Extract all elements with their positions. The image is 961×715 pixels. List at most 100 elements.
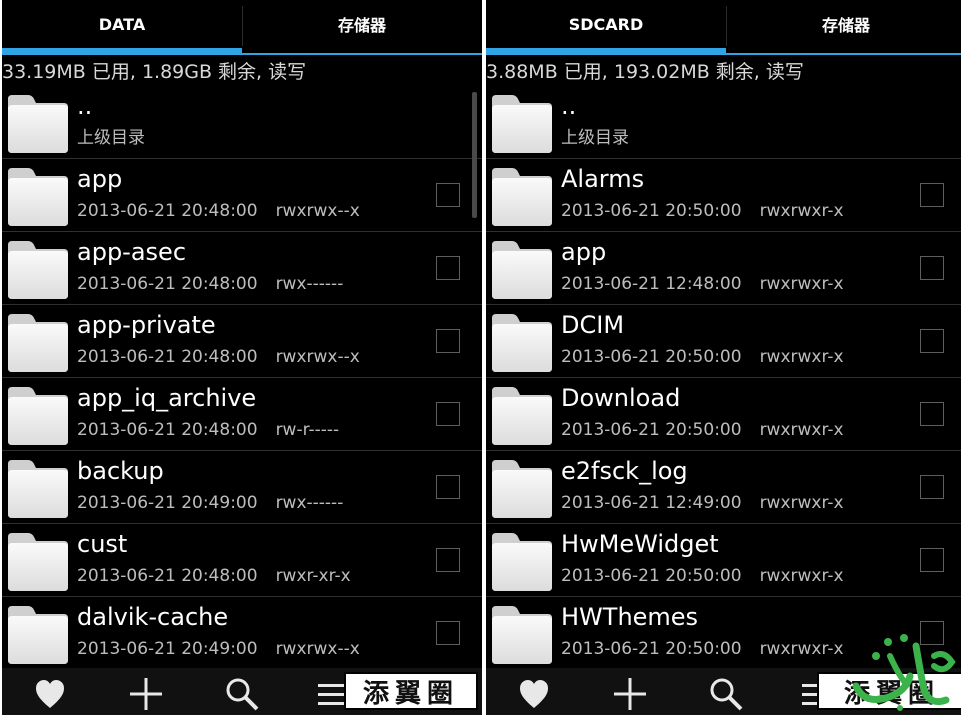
list-item[interactable]: Download 2013-06-21 20:50:00 rwxrwxr-x [486, 378, 961, 451]
heart-icon[interactable] [32, 676, 68, 712]
item-permissions: rwxr-xr-x [275, 566, 351, 586]
item-permissions: rwxrwxr-x [759, 347, 844, 367]
watermark-stamp: 添翼圈 [344, 672, 478, 710]
item-meta: 2013-06-21 20:48:00 rwxrwx--x [77, 199, 360, 223]
item-date: 2013-06-21 20:48:00 [77, 347, 258, 367]
item-checkbox[interactable] [436, 329, 460, 353]
item-meta: 2013-06-21 20:50:00 rwxrwxr-x [561, 345, 844, 369]
item-permissions: rwxrwxr-x [759, 201, 844, 221]
tab-divider [2, 53, 482, 55]
folder-icon [4, 308, 70, 374]
item-checkbox[interactable] [436, 256, 460, 280]
search-icon[interactable] [708, 676, 744, 712]
list-item[interactable]: HwMeWidget 2013-06-21 20:50:00 rwxrwxr-x [486, 524, 961, 597]
tab-bar: SDCARD 存储器 [486, 0, 961, 56]
folder-icon [488, 89, 554, 155]
tab-data[interactable]: DATA [2, 0, 242, 48]
heart-icon[interactable] [516, 676, 552, 712]
list-item[interactable]: app 2013-06-21 20:48:00 rwxrwx--x [2, 159, 482, 232]
folder-icon [4, 381, 70, 447]
list-item[interactable]: app 2013-06-21 12:48:00 rwxrwxr-x [486, 232, 961, 305]
item-permissions: rwxrwxr-x [759, 639, 844, 659]
item-name: e2fsck_log [561, 457, 688, 485]
right-file-panel: SDCARD 存储器 3.88MB 已用, 193.02MB 剩余, 读写 ..… [486, 0, 961, 715]
search-icon[interactable] [224, 676, 260, 712]
item-meta: 2013-06-21 20:49:00 rwxrwx--x [77, 637, 360, 661]
item-meta: 2013-06-21 12:48:00 rwxrwxr-x [561, 272, 844, 296]
tab-divider [486, 53, 961, 55]
item-name: app-private [77, 311, 216, 339]
item-checkbox[interactable] [920, 475, 944, 499]
file-list[interactable]: .. 上级目录 app 2013-06-21 20:48:00 rwxrwx--x… [2, 86, 482, 668]
list-item[interactable]: backup 2013-06-21 20:49:00 rwx------ [2, 451, 482, 524]
tab-storage[interactable]: 存储器 [726, 0, 961, 48]
scrollbar[interactable] [472, 92, 477, 218]
folder-icon [488, 527, 554, 593]
parent-directory-row[interactable]: .. 上级目录 [486, 86, 961, 159]
item-date: 2013-06-21 20:49:00 [77, 493, 258, 513]
item-date: 2013-06-21 20:48:00 [77, 420, 258, 440]
item-name: app_iq_archive [77, 384, 257, 412]
list-item[interactable]: dalvik-cache 2013-06-21 20:49:00 rwxrwx--… [2, 597, 482, 668]
parent-directory-row[interactable]: .. 上级目录 [2, 86, 482, 159]
item-date: 2013-06-21 20:48:00 [77, 201, 258, 221]
item-checkbox[interactable] [920, 548, 944, 572]
tab-sdcard[interactable]: SDCARD [486, 0, 726, 48]
item-name: .. [77, 92, 93, 120]
list-item[interactable]: e2fsck_log 2013-06-21 12:49:00 rwxrwxr-x [486, 451, 961, 524]
item-meta: 2013-06-21 20:48:00 rwxrwx--x [77, 345, 360, 369]
list-item[interactable]: Alarms 2013-06-21 20:50:00 rwxrwxr-x [486, 159, 961, 232]
item-date: 2013-06-21 12:48:00 [561, 274, 742, 294]
item-permissions: rw-r----- [275, 420, 340, 440]
item-date: 2013-06-21 20:48:00 [77, 274, 258, 294]
plus-icon[interactable] [612, 676, 648, 712]
list-item[interactable]: cust 2013-06-21 20:48:00 rwxr-xr-x [2, 524, 482, 597]
item-checkbox[interactable] [920, 256, 944, 280]
folder-icon [4, 89, 70, 155]
item-date: 2013-06-21 20:50:00 [561, 201, 742, 221]
item-permissions: rwxrwx--x [275, 639, 360, 659]
parent-directory-label: 上级目录 [561, 128, 629, 148]
item-permissions: rwxrwx--x [275, 347, 360, 367]
list-item[interactable]: app-private 2013-06-21 20:48:00 rwxrwx--x [2, 305, 482, 378]
list-item[interactable]: app-asec 2013-06-21 20:48:00 rwx------ [2, 232, 482, 305]
item-meta: 2013-06-21 20:48:00 rwxr-xr-x [77, 564, 351, 588]
folder-icon [488, 235, 554, 301]
item-checkbox[interactable] [920, 402, 944, 426]
item-name: app-asec [77, 238, 187, 266]
plus-icon[interactable] [128, 676, 164, 712]
folder-icon [488, 454, 554, 520]
item-checkbox[interactable] [920, 183, 944, 207]
item-checkbox[interactable] [920, 329, 944, 353]
list-item[interactable]: DCIM 2013-06-21 20:50:00 rwxrwxr-x [486, 305, 961, 378]
item-date: 2013-06-21 20:50:00 [561, 639, 742, 659]
item-permissions: rwxrwxr-x [759, 493, 844, 513]
item-date: 2013-06-21 20:49:00 [77, 639, 258, 659]
logo-watermark-icon [852, 634, 956, 711]
item-checkbox[interactable] [436, 621, 460, 645]
storage-summary: 3.88MB 已用, 193.02MB 剩余, 读写 [486, 61, 804, 83]
item-meta: 2013-06-21 20:50:00 rwxrwxr-x [561, 199, 844, 223]
item-meta: 2013-06-21 20:50:00 rwxrwxr-x [561, 418, 844, 442]
item-meta: 2013-06-21 12:49:00 rwxrwxr-x [561, 491, 844, 515]
item-checkbox[interactable] [436, 475, 460, 499]
item-name: backup [77, 457, 164, 485]
tab-bar: DATA 存储器 [2, 0, 482, 56]
item-name: app [561, 238, 607, 266]
item-permissions: rwxrwxr-x [759, 566, 844, 586]
item-date: 2013-06-21 20:50:00 [561, 566, 742, 586]
tab-storage[interactable]: 存储器 [242, 0, 482, 48]
item-checkbox[interactable] [436, 548, 460, 572]
list-item[interactable]: app_iq_archive 2013-06-21 20:48:00 rw-r--… [2, 378, 482, 451]
folder-icon [488, 162, 554, 228]
item-checkbox[interactable] [436, 183, 460, 207]
item-checkbox[interactable] [436, 402, 460, 426]
folder-icon [4, 235, 70, 301]
item-name: Alarms [561, 165, 645, 193]
item-name: .. [561, 92, 577, 120]
item-meta: 2013-06-21 20:50:00 rwxrwxr-x [561, 637, 844, 661]
file-list[interactable]: .. 上级目录 Alarms 2013-06-21 20:50:00 rwxrwx… [486, 86, 961, 668]
item-permissions: rwxrwx--x [275, 201, 360, 221]
item-date: 2013-06-21 12:49:00 [561, 493, 742, 513]
folder-icon [4, 162, 70, 228]
